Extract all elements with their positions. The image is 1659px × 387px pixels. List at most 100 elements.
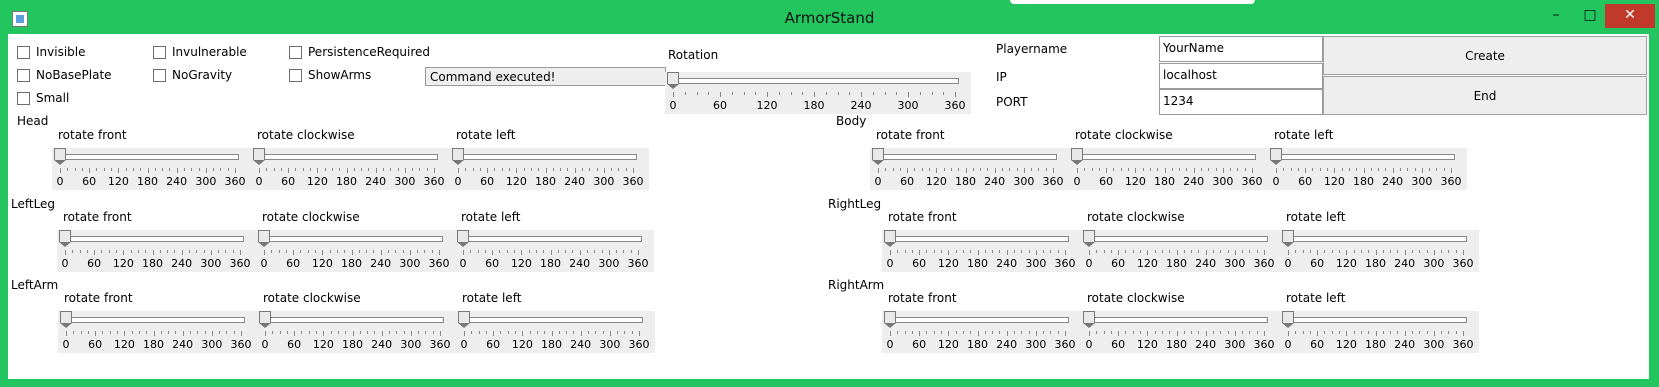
rotation-slider[interactable]: 0 60 120 180 240 300 360 <box>57 230 256 272</box>
minor-tick <box>387 250 389 253</box>
show-arms-checkbox[interactable]: ShowArms <box>289 68 371 82</box>
rotation-slider[interactable]: 0 60 120 180 240 300 360 <box>52 148 251 190</box>
tick-label: 60 <box>287 338 302 351</box>
slider-thumb[interactable] <box>884 230 896 247</box>
checkbox-box[interactable] <box>17 68 30 82</box>
rotation-slider[interactable]: 0 60 120 180 240 300 360 <box>1081 311 1280 353</box>
playername-input[interactable]: YourName <box>1159 36 1323 62</box>
rotation-slider[interactable]: 0 60 120 180 240 300 360 <box>882 311 1081 353</box>
create-button[interactable]: Create <box>1323 36 1647 75</box>
tick-label: 180 <box>143 338 164 351</box>
tick-label: 360 <box>1054 338 1076 351</box>
minor-tick <box>1132 250 1134 253</box>
checkbox-box[interactable] <box>153 45 166 59</box>
rotation-slider[interactable]: 0 60 120 180 240 300 360 <box>251 148 450 190</box>
slider-thumb[interactable] <box>457 230 469 247</box>
rotation-slider[interactable]: 0 60 120 180 240 300 360 <box>1069 148 1268 190</box>
rotation-slider[interactable]: 0 60 120 180 240 300 360 <box>1268 148 1467 190</box>
slider-thumb[interactable] <box>1282 230 1294 247</box>
rotation-slider[interactable]: 0 60 120 180 240 300 360 <box>1280 311 1479 353</box>
slider-thumb[interactable] <box>1270 148 1282 165</box>
minor-tick <box>225 250 227 253</box>
window-frame: ArmorStand – □ ✕ Invisible Invulnerable … <box>0 0 1659 387</box>
rotation-slider[interactable]: 0 60 120 180 240 300 360 <box>882 230 1081 272</box>
major-tick <box>211 331 213 336</box>
major-tick <box>608 250 610 255</box>
invulnerable-checkbox[interactable]: Invulnerable <box>153 45 247 59</box>
rotation-slider[interactable]: 0 60 120 180 240 300 360 <box>1081 230 1280 272</box>
rotation-slider[interactable]: 0 60 120 180 240 300 360 <box>665 72 971 114</box>
end-button[interactable]: End <box>1323 76 1647 115</box>
minor-tick <box>872 92 874 95</box>
minor-tick <box>611 168 613 171</box>
slider-thumb[interactable] <box>258 230 270 247</box>
major-tick <box>1463 250 1464 255</box>
small-checkbox[interactable]: Small <box>17 91 69 105</box>
checkbox-box[interactable] <box>289 45 302 59</box>
rotation-slider[interactable]: 0 60 120 180 240 300 360 <box>256 230 455 272</box>
minor-tick <box>596 168 598 171</box>
minor-tick <box>892 168 894 171</box>
tick-label: 60 <box>1310 338 1325 351</box>
minor-tick <box>897 331 899 334</box>
slider-thumb[interactable] <box>1282 311 1294 328</box>
close-button[interactable]: ✕ <box>1605 4 1655 28</box>
major-tick <box>1392 168 1394 173</box>
minor-tick <box>1242 331 1244 334</box>
tick-label: 360 <box>229 257 251 270</box>
rotation-slider[interactable]: 0 60 120 180 240 300 360 <box>455 230 654 272</box>
invisible-checkbox[interactable]: Invisible <box>17 45 86 59</box>
checkbox-box[interactable] <box>289 68 302 82</box>
minor-tick <box>992 250 994 253</box>
slider-thumb[interactable] <box>884 311 896 328</box>
checkbox-box[interactable] <box>17 45 30 59</box>
minor-tick <box>116 250 118 253</box>
slider-thumb[interactable] <box>1071 148 1083 165</box>
rotation-slider[interactable]: 0 60 120 180 240 300 360 <box>1280 230 1479 272</box>
slider-thumb[interactable] <box>60 311 72 328</box>
slider-thumb[interactable] <box>1083 311 1095 328</box>
minor-tick <box>1443 168 1445 171</box>
minor-tick <box>625 168 627 171</box>
minor-tick <box>1368 250 1370 253</box>
minor-tick <box>159 250 161 253</box>
minor-tick <box>1341 168 1343 171</box>
slider-thumb[interactable] <box>452 148 464 165</box>
no-gravity-checkbox[interactable]: NoGravity <box>153 68 232 82</box>
slider-thumb[interactable] <box>259 311 271 328</box>
rotation-slider[interactable]: 0 60 120 180 240 300 360 <box>58 311 257 353</box>
port-input[interactable]: 1234 <box>1159 89 1323 115</box>
slider-thumb[interactable] <box>1083 230 1095 247</box>
minor-tick <box>87 331 89 334</box>
slider-thumb[interactable] <box>872 148 884 165</box>
ip-input[interactable]: localhost <box>1159 63 1323 89</box>
slider-thumb[interactable] <box>667 72 679 89</box>
checkbox-box[interactable] <box>17 91 30 105</box>
persistence-required-checkbox[interactable]: PersistenceRequired <box>289 45 430 59</box>
minimize-button[interactable]: – <box>1539 4 1573 28</box>
slider-thumb[interactable] <box>54 148 66 165</box>
minor-tick <box>557 250 559 253</box>
minor-tick <box>1295 331 1297 334</box>
major-tick <box>323 331 325 336</box>
checkbox-box[interactable] <box>153 68 166 82</box>
major-tick <box>259 168 260 173</box>
minor-tick <box>1370 168 1372 171</box>
maximize-button[interactable]: □ <box>1573 4 1607 28</box>
minor-tick <box>145 250 147 253</box>
rotation-slider[interactable]: 0 60 120 180 240 300 360 <box>257 311 456 353</box>
slider-track <box>1274 154 1455 160</box>
no-base-plate-checkbox[interactable]: NoBasePlate <box>17 68 112 82</box>
slider-thumb[interactable] <box>59 230 71 247</box>
major-tick <box>890 250 891 255</box>
minor-tick <box>1283 168 1285 171</box>
rotation-slider[interactable]: 0 60 120 180 240 300 360 <box>450 148 649 190</box>
minor-tick <box>1399 168 1401 171</box>
minor-tick <box>1331 331 1333 334</box>
minor-tick <box>731 92 733 95</box>
rotation-slider[interactable]: 0 60 120 180 240 300 360 <box>870 148 1069 190</box>
title-bar[interactable]: ArmorStand – □ ✕ <box>0 0 1659 34</box>
slider-thumb[interactable] <box>253 148 265 165</box>
slider-thumb[interactable] <box>458 311 470 328</box>
rotation-slider[interactable]: 0 60 120 180 240 300 360 <box>456 311 655 353</box>
